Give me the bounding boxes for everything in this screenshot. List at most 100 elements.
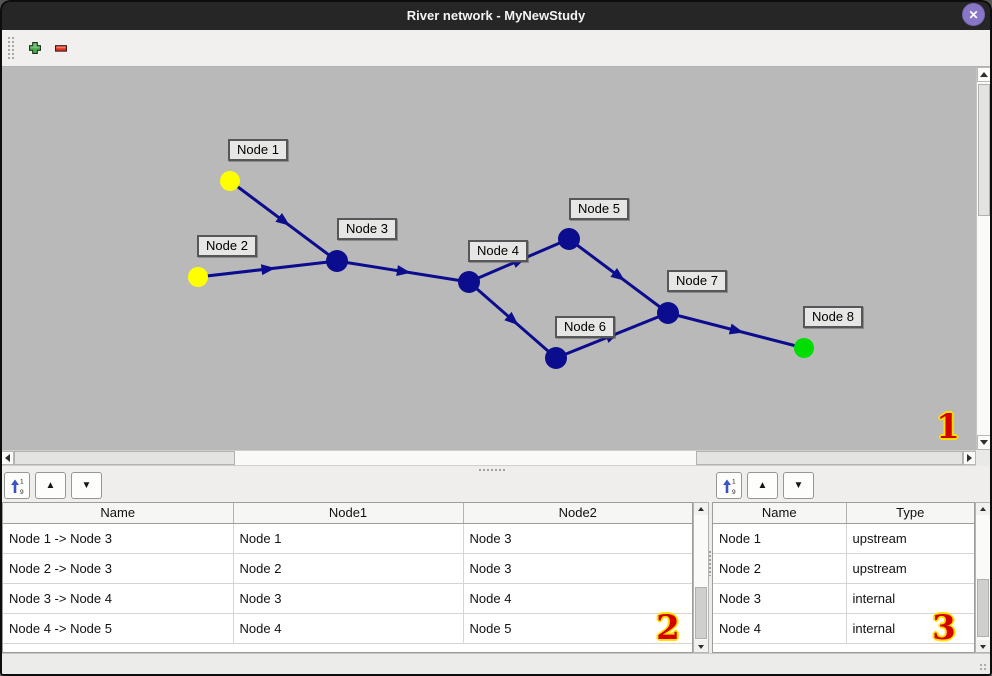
table-cell[interactable]: Node 3 <box>463 523 692 553</box>
links-table-container: NameNode1Node2Node 1 -> Node 3Node 1Node… <box>2 502 693 653</box>
scroll-right-button[interactable] <box>963 451 976 465</box>
table-cell[interactable]: Node 4 -> Node 5 <box>3 613 233 643</box>
vertical-scroll-thumb[interactable] <box>695 587 707 639</box>
triangle-left-icon <box>1 454 10 462</box>
add-link-button[interactable] <box>22 34 48 62</box>
table-row[interactable]: Node 3internal <box>713 583 974 613</box>
remove-link-button[interactable] <box>48 34 74 62</box>
move-down-button[interactable]: ▼ <box>71 472 102 499</box>
network-node[interactable] <box>558 228 580 250</box>
status-bar <box>0 653 992 676</box>
node-label[interactable]: Node 5 <box>569 198 629 220</box>
canvas-vertical-scrollbar[interactable] <box>976 67 991 450</box>
edge-arrowhead <box>729 324 744 335</box>
table-cell[interactable]: Node 2 -> Node 3 <box>3 553 233 583</box>
table-cell[interactable]: Node 2 <box>713 553 846 583</box>
down-arrow-icon: ▼ <box>82 480 92 491</box>
table-row[interactable]: Node 1upstream <box>713 523 974 553</box>
network-canvas[interactable]: Node 1 Node 2 Node 3 Node 4 Node 5 Node 6 Node… <box>1 67 976 450</box>
main-toolbar <box>0 30 992 67</box>
move-down-button[interactable]: ▼ <box>783 472 814 499</box>
network-node[interactable] <box>220 171 240 191</box>
table-cell[interactable]: Node 5 <box>463 613 692 643</box>
table-cell[interactable]: Node 4 <box>713 613 846 643</box>
column-header[interactable]: Node2 <box>463 503 692 523</box>
titlebar[interactable]: River network - MyNewStudy ✕ <box>0 0 992 30</box>
node-label[interactable]: Node 3 <box>337 218 397 240</box>
table-cell[interactable]: Node 3 -> Node 4 <box>3 583 233 613</box>
sort-button[interactable]: 1 9 <box>716 472 742 499</box>
table-cell[interactable]: Node 1 -> Node 3 <box>3 523 233 553</box>
scroll-down-button[interactable] <box>694 640 708 652</box>
vertical-scroll-thumb[interactable] <box>977 579 989 637</box>
column-header[interactable]: Name <box>713 503 846 523</box>
nodes-table-toolbar: 1 9 ▲ ▼ <box>716 472 814 499</box>
svg-text:9: 9 <box>20 489 24 495</box>
close-button[interactable]: ✕ <box>962 3 985 26</box>
table-cell[interactable]: upstream <box>846 523 974 553</box>
network-node[interactable] <box>326 250 348 272</box>
horizontal-scroll-segment-left[interactable] <box>14 451 235 465</box>
node-label[interactable]: Node 2 <box>197 235 257 257</box>
node-label[interactable]: Node 8 <box>803 306 863 328</box>
scroll-up-button[interactable] <box>694 503 708 515</box>
network-node[interactable] <box>545 347 567 369</box>
nodes-table-scrollbar[interactable] <box>975 502 991 653</box>
canvas-horizontal-scrollbar[interactable] <box>1 450 976 466</box>
resize-grip[interactable] <box>979 663 988 672</box>
links-table-scrollbar[interactable] <box>693 502 709 653</box>
network-node[interactable] <box>458 271 480 293</box>
column-header[interactable]: Type <box>846 503 974 523</box>
table-row[interactable]: Node 2 -> Node 3Node 2Node 3 <box>3 553 692 583</box>
column-header[interactable]: Name <box>3 503 233 523</box>
sort-ascending-icon: 1 9 <box>9 477 25 495</box>
scroll-up-button[interactable] <box>976 503 990 515</box>
table-row[interactable]: Node 2upstream <box>713 553 974 583</box>
sort-button[interactable]: 1 9 <box>4 472 30 499</box>
scroll-down-button[interactable] <box>976 640 990 652</box>
table-row[interactable]: Node 1 -> Node 3Node 1Node 3 <box>3 523 692 553</box>
table-cell[interactable]: Node 1 <box>713 523 846 553</box>
table-cell[interactable]: Node 3 <box>463 553 692 583</box>
triangle-up-icon <box>980 504 986 511</box>
table-row[interactable]: Node 4 -> Node 5Node 4Node 5 <box>3 613 692 643</box>
move-up-button[interactable]: ▲ <box>35 472 66 499</box>
vertical-scroll-thumb[interactable] <box>978 84 990 216</box>
table-cell[interactable]: upstream <box>846 553 974 583</box>
node-label[interactable]: Node 7 <box>667 270 727 292</box>
close-icon: ✕ <box>968 9 978 21</box>
svg-text:1: 1 <box>20 478 24 485</box>
horizontal-scroll-segment-right[interactable] <box>696 451 963 465</box>
table-cell[interactable]: Node 3 <box>713 583 846 613</box>
triangle-up-icon <box>980 68 988 77</box>
scroll-up-button[interactable] <box>977 67 991 82</box>
table-cell[interactable]: internal <box>846 583 974 613</box>
triangle-right-icon <box>967 454 976 462</box>
links-table: NameNode1Node2Node 1 -> Node 3Node 1Node… <box>3 503 692 644</box>
table-cell[interactable]: Node 4 <box>233 613 463 643</box>
table-cell[interactable]: Node 3 <box>233 583 463 613</box>
node-label[interactable]: Node 4 <box>468 240 528 262</box>
node-label[interactable]: Node 6 <box>555 316 615 338</box>
move-up-button[interactable]: ▲ <box>747 472 778 499</box>
table-cell[interactable]: internal <box>846 613 974 643</box>
table-cell[interactable]: Node 4 <box>463 583 692 613</box>
splitter-handle[interactable] <box>478 468 506 472</box>
toolbar-drag-handle[interactable] <box>7 36 15 60</box>
network-node[interactable] <box>657 302 679 324</box>
table-cell[interactable]: Node 2 <box>233 553 463 583</box>
nodes-table-container: NameTypeNode 1upstreamNode 2upstreamNode… <box>712 502 975 653</box>
node-label[interactable]: Node 1 <box>228 139 288 161</box>
edge-arrowhead <box>396 265 411 276</box>
network-node[interactable] <box>794 338 814 358</box>
triangle-down-icon <box>980 440 988 449</box>
table-row[interactable]: Node 4internal <box>713 613 974 643</box>
window-title: River network - MyNewStudy <box>407 8 585 23</box>
table-row[interactable]: Node 3 -> Node 4Node 3Node 4 <box>3 583 692 613</box>
app-window: River network - MyNewStudy ✕ Node 1Node … <box>0 0 992 676</box>
column-header[interactable]: Node1 <box>233 503 463 523</box>
table-cell[interactable]: Node 1 <box>233 523 463 553</box>
scroll-left-button[interactable] <box>1 451 14 465</box>
scroll-down-button[interactable] <box>977 435 991 450</box>
network-node[interactable] <box>188 267 208 287</box>
